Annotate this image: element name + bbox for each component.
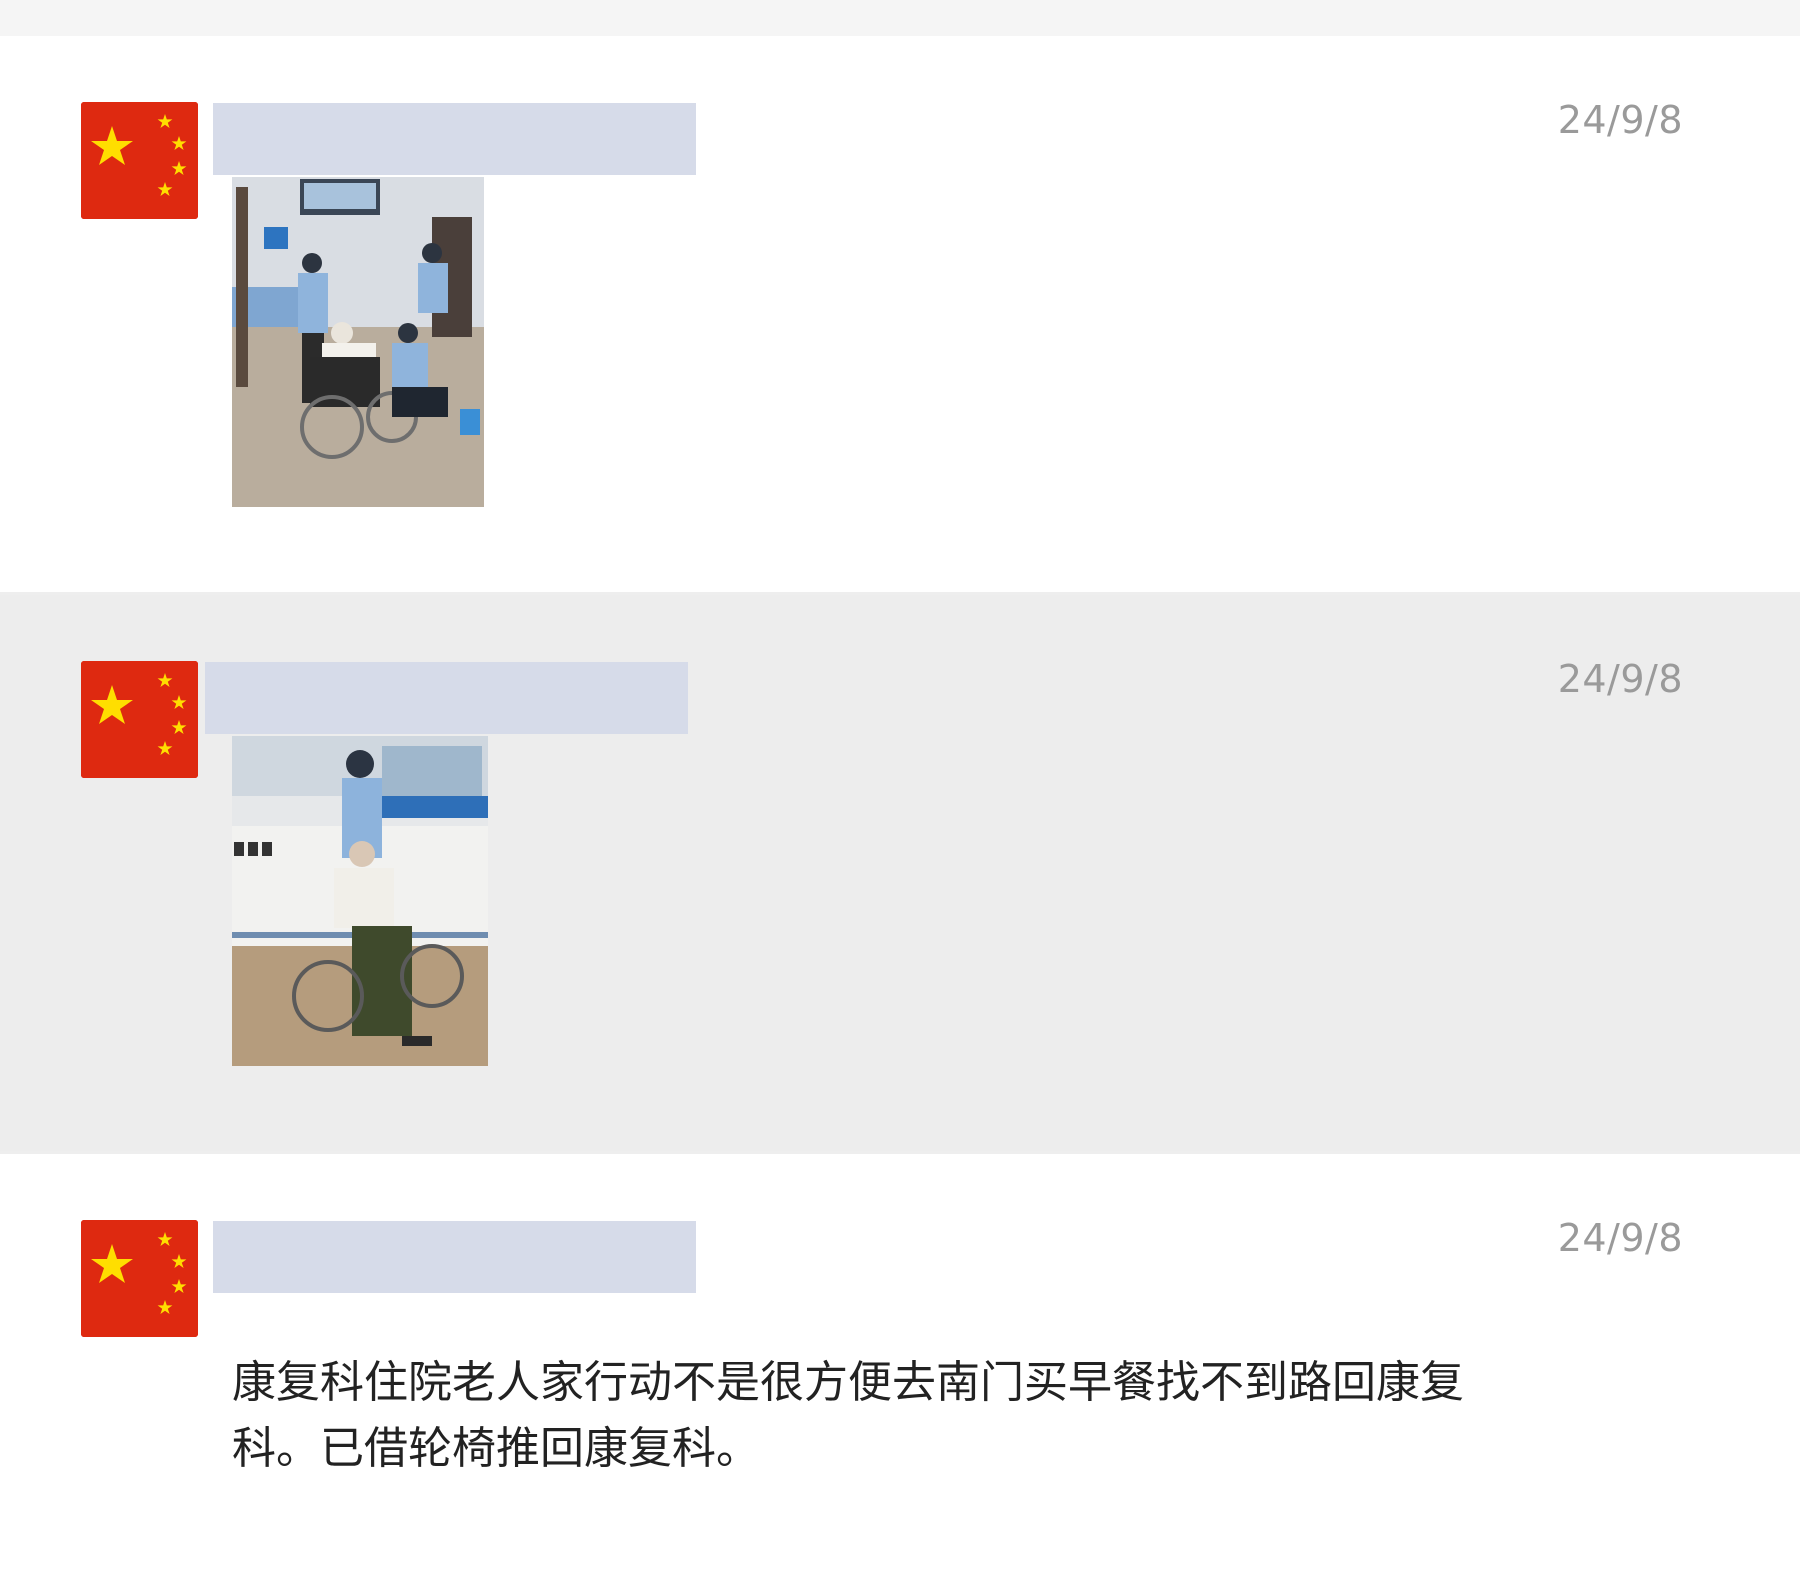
post-timestamp: 24/9/8 (1557, 1216, 1683, 1260)
top-strip (0, 0, 1800, 36)
avatar[interactable] (81, 102, 198, 219)
post-text: 康复科住院老人家行动不是很方便去南门买早餐找不到路回康复科。已借轮椅推回康复科。 (232, 1357, 1464, 1474)
redacted-author-name (213, 1221, 696, 1293)
china-flag-icon (81, 661, 198, 778)
feed-post[interactable]: 24/9/8 (0, 36, 1800, 595)
feed-post[interactable]: 24/9/8 (0, 595, 1800, 1154)
redacted-author-name (205, 662, 688, 734)
china-flag-icon (81, 102, 198, 219)
avatar[interactable] (81, 1220, 198, 1337)
message-feed[interactable]: 24/9/8 24/9/8 24/9/8 康复科住院老人家行动不是很方便去南门买… (0, 36, 1800, 1590)
redacted-author-name (213, 103, 696, 175)
feed-post[interactable]: 24/9/8 康复科住院老人家行动不是很方便去南门买早餐找不到路回康复科。已借轮… (0, 1154, 1800, 1590)
post-photo[interactable] (232, 736, 488, 1066)
post-timestamp: 24/9/8 (1557, 657, 1683, 701)
nurse-station-wheelchair-photo (232, 736, 488, 1066)
hospital-police-wheelchair-photo (232, 177, 484, 507)
china-flag-icon (81, 1220, 198, 1337)
post-photo[interactable] (232, 177, 484, 507)
avatar[interactable] (81, 661, 198, 778)
post-timestamp: 24/9/8 (1557, 98, 1683, 142)
